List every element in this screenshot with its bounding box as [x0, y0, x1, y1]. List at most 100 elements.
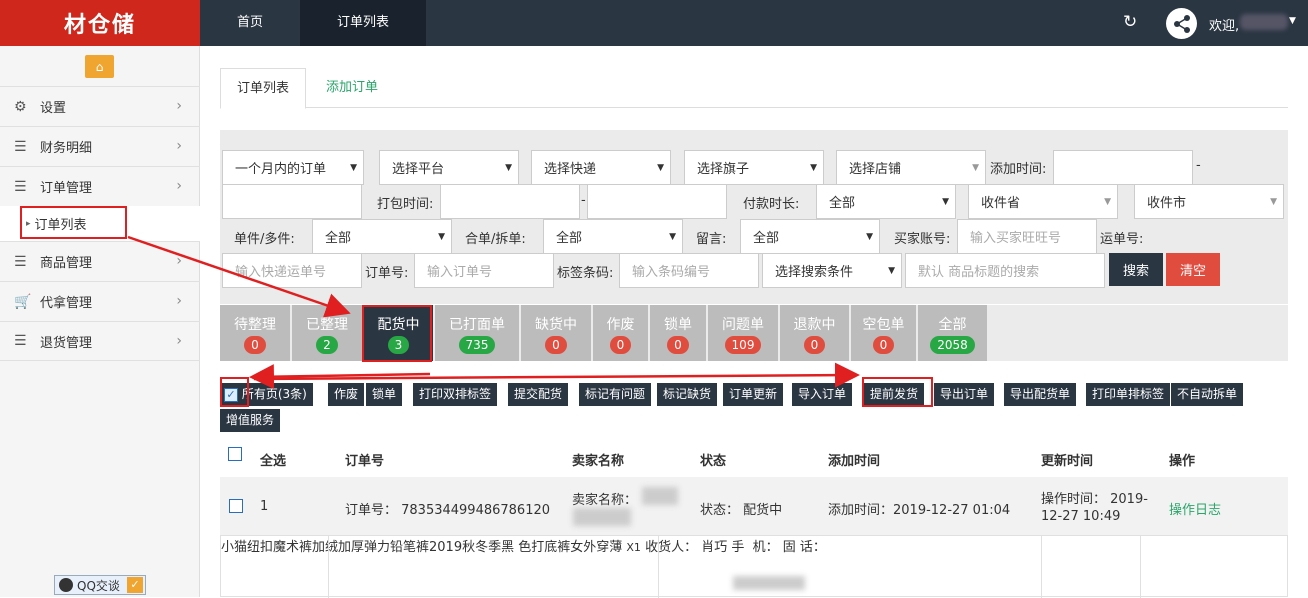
col-status: 状态 — [700, 454, 727, 469]
range-select[interactable]: 一个月内的订单 ▼ — [222, 150, 364, 185]
status-count-badge: 109 — [724, 336, 762, 354]
sidebar-item-settings[interactable]: ⚙ 设置 › — [0, 86, 200, 126]
single-multi-select[interactable]: 全部 ▼ — [312, 219, 452, 254]
action-button[interactable]: 导出配货单 — [1004, 383, 1077, 406]
gear-icon: ⚙ — [14, 98, 27, 115]
row-checkbox[interactable] — [229, 499, 243, 513]
dash: - — [581, 193, 586, 208]
message-label: 留言: — [696, 232, 727, 247]
action-button[interactable]: 标记缺货 — [657, 383, 718, 406]
status-tab[interactable]: 已打面单 735 — [435, 305, 519, 361]
op-log-link[interactable]: 操作日志 — [1169, 499, 1221, 518]
col-actions: 操作 — [1169, 454, 1196, 469]
status-tab[interactable]: 缺货中 0 — [521, 305, 591, 361]
select-value: 选择搜索条件 — [775, 265, 854, 280]
platform-select[interactable]: 选择平台 ▼ — [379, 150, 519, 185]
select-all-checkbox[interactable] — [228, 447, 242, 461]
select-value: 收件市 — [1147, 196, 1187, 211]
keyword-input[interactable]: 默认 商品标题的搜索 — [905, 253, 1105, 288]
pack-time-label: 打包时间: — [377, 197, 434, 212]
status-tab[interactable]: 待整理 0 — [220, 305, 290, 361]
merge-split-select[interactable]: 全部 ▼ — [543, 219, 683, 254]
refresh-icon[interactable]: ↻ — [1123, 12, 1137, 32]
pay-duration-select[interactable]: 全部 ▼ — [816, 184, 956, 219]
action-button[interactable]: 订单更新 — [723, 383, 784, 406]
status-tab[interactable]: 问题单 109 — [708, 305, 778, 361]
status-tab[interactable]: 作废 0 — [593, 305, 648, 361]
action-button[interactable]: 打印单排标签 — [1086, 383, 1171, 406]
add-time-start[interactable] — [1053, 150, 1193, 185]
shop-select[interactable]: 选择店铺 ▼ — [836, 150, 986, 185]
select-value: 全部 — [556, 231, 583, 246]
status-count-badge: 0 — [872, 336, 895, 354]
province-select[interactable]: 收件省 ▼ — [968, 184, 1118, 219]
table-header: 全选 订单号 卖家名称 状态 添加时间 更新时间 操作 — [220, 442, 1288, 476]
top-bar: 材仓储 首页 订单列表 ↻ 欢迎, ▼ — [0, 0, 1308, 46]
status-tab-label: 待整理 — [234, 317, 276, 333]
order-status: 状态： 配货中 — [700, 503, 783, 518]
action-button[interactable]: 导入订单 — [792, 383, 853, 406]
caret-down-icon: ▼ — [810, 163, 817, 173]
avatar[interactable] — [1166, 8, 1197, 39]
status-count-badge: 2058 — [930, 336, 975, 354]
pay-duration-label: 付款时长: — [743, 197, 800, 212]
list-icon: ☰ — [14, 138, 27, 155]
action-button[interactable]: 增值服务 — [220, 409, 281, 432]
sidebar-item-products[interactable]: ☰ 商品管理 › — [0, 241, 200, 281]
status-tab[interactable]: 退款中 0 — [780, 305, 849, 361]
add-time-end[interactable] — [222, 184, 362, 219]
message-select[interactable]: 全部 ▼ — [740, 219, 880, 254]
express-select[interactable]: 选择快递 ▼ — [531, 150, 671, 185]
nav-home[interactable]: 首页 — [200, 0, 300, 46]
status-count-badge: 735 — [458, 336, 496, 354]
sidebar-item-finance[interactable]: ☰ 财务明细 › — [0, 126, 200, 166]
pack-time-end[interactable] — [587, 184, 727, 219]
search-button[interactable]: 搜索 — [1109, 253, 1163, 286]
status-count-badge: 0 — [609, 336, 632, 354]
highlight-box — [20, 206, 127, 239]
divider — [1041, 536, 1042, 598]
status-tab[interactable]: 空包单 0 — [851, 305, 916, 361]
seller-blurred — [573, 508, 631, 526]
action-button[interactable]: 作废 — [328, 383, 365, 406]
status-tab-label: 问题单 — [722, 317, 764, 333]
select-value: 选择店铺 — [849, 162, 902, 177]
tab-order-list[interactable]: 订单列表 — [220, 68, 307, 109]
chevron-down-icon[interactable]: ▼ — [1289, 16, 1296, 26]
qq-chat-button[interactable]: QQ交谈 ✓ — [54, 575, 146, 595]
status-tab-label: 退款中 — [793, 317, 836, 333]
flag-select[interactable]: 选择旗子 ▼ — [684, 150, 824, 185]
city-select[interactable]: 收件市 ▼ — [1134, 184, 1284, 219]
pack-time-start[interactable] — [440, 184, 580, 219]
buyer-input[interactable]: 输入买家旺旺号 — [957, 219, 1097, 254]
sidebar-item-orders[interactable]: ☰ 订单管理 › — [0, 166, 200, 206]
search-condition-select[interactable]: 选择搜索条件 ▼ — [762, 253, 902, 288]
tracking-input[interactable]: 输入快递运单号 — [222, 253, 362, 288]
caret-down-icon: ▼ — [888, 266, 895, 276]
list-icon: ☰ — [14, 333, 27, 349]
add-time-label: 添加时间: — [990, 162, 1047, 177]
highlight-box — [362, 305, 432, 362]
status-tab-label: 缺货中 — [535, 317, 577, 333]
action-button[interactable]: 导出订单 — [934, 383, 995, 406]
status-tab[interactable]: 锁单 0 — [650, 305, 706, 361]
action-button[interactable]: 打印双排标签 — [413, 383, 498, 406]
status-tab[interactable]: 全部 2058 — [918, 305, 987, 361]
nav-order-list[interactable]: 订单列表 — [300, 0, 427, 46]
caret-down-icon: ▼ — [942, 197, 949, 207]
action-button[interactable]: 提交配货 — [508, 383, 569, 406]
sidebar-item-returns[interactable]: ☰ 退货管理 › — [0, 321, 200, 361]
action-button[interactable]: 锁单 — [366, 383, 403, 406]
action-button[interactable]: 不自动拆单 — [1171, 383, 1244, 406]
home-icon[interactable]: ⌂ — [85, 55, 114, 78]
qq-icon — [59, 578, 73, 592]
logo[interactable]: 材仓储 — [0, 0, 200, 46]
clear-button[interactable]: 清空 — [1166, 253, 1220, 286]
filter-panel: 一个月内的订单 ▼ 选择平台 ▼ 选择快递 ▼ 选择旗子 ▼ 选择店铺 ▼ 添加时间: -… — [220, 130, 1288, 304]
order-no-input[interactable]: 输入订单号 — [414, 253, 554, 288]
tab-add-order[interactable]: 添加订单 — [310, 68, 394, 109]
action-button[interactable]: 标记有问题 — [579, 383, 652, 406]
status-tab[interactable]: 已整理 2 — [292, 305, 362, 361]
sidebar-item-proxy[interactable]: 🛒 代拿管理 › — [0, 281, 200, 321]
barcode-input[interactable]: 输入条码编号 — [619, 253, 759, 288]
